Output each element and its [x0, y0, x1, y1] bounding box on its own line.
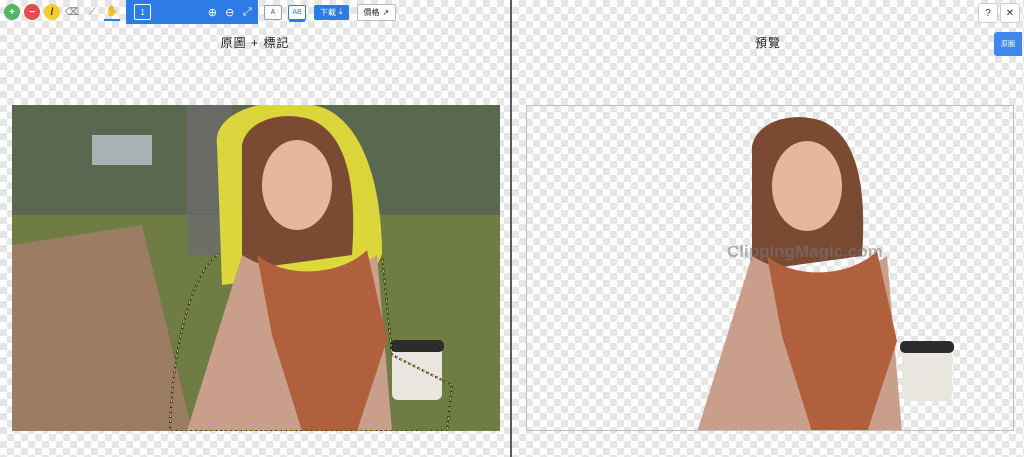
remove-tool-icon[interactable]: − — [24, 4, 40, 20]
download-button[interactable]: 下載 ⤓ — [314, 4, 349, 20]
hair-tool-icon[interactable]: / — [44, 4, 60, 20]
preview-cutout-illustration — [697, 117, 954, 430]
original-photo[interactable] — [12, 105, 500, 431]
brush-size-select[interactable]: 1 — [134, 4, 152, 20]
price-button[interactable]: 價格 ↗ — [356, 3, 397, 21]
preview-pane-title: 預覽 — [754, 36, 781, 50]
original-pane: + − / ⌫ ⟋ ✋ 1 ⊕ ⊖ ⤢ A AB 下載 ⤓ 價格 ↗ 原圖 + … — [0, 0, 510, 457]
download-label: 下載 — [320, 7, 336, 17]
toolbar: + − / ⌫ ⟋ ✋ 1 ⊕ ⊖ ⤢ A AB 下載 ⤓ 價格 ↗ — [0, 0, 397, 24]
zoom-out-icon[interactable]: ⊖ — [223, 6, 236, 19]
close-button[interactable]: ✕ — [1000, 3, 1020, 23]
watermark-text: ClippingMagic.com — [727, 242, 883, 261]
line-tool-icon[interactable]: ⟋ — [84, 4, 100, 20]
view-marks-icon[interactable]: AB — [288, 4, 306, 20]
original-pane-title: 原圖 + 標記 — [220, 36, 290, 50]
help-button[interactable]: ? — [978, 3, 998, 23]
external-link-icon: ↗ — [382, 7, 390, 17]
price-label: 價格 — [363, 7, 380, 17]
preview-frame[interactable]: ClippingMagic.com — [526, 105, 1014, 431]
photo-illustration — [12, 105, 500, 431]
hand-tool-icon[interactable]: ✋ — [104, 3, 120, 21]
eraser-icon[interactable]: ⌫ — [64, 4, 80, 20]
zoom-in-icon[interactable]: ⊕ — [206, 6, 219, 19]
view-original-icon[interactable]: A — [264, 4, 282, 20]
original-tab[interactable]: 原圖 — [994, 32, 1022, 56]
preview-pane: ? ✕ 預覽 原圖 ClippingMagic.com — [512, 0, 1024, 457]
fit-view-icon[interactable]: ⤢ — [241, 6, 254, 19]
brush-zoom-group: 1 ⊕ ⊖ ⤢ — [126, 0, 258, 24]
download-icon: ⤓ — [339, 7, 343, 16]
add-tool-icon[interactable]: + — [4, 4, 20, 20]
